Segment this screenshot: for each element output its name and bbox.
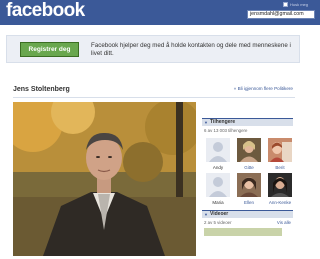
profile-photo[interactable] bbox=[13, 102, 196, 256]
fan-photo[interactable] bbox=[237, 138, 261, 162]
fans-grid: Andy Gitte Berit Maria Ellen Ann-Kenke bbox=[204, 138, 293, 206]
video-thumbnail[interactable] bbox=[204, 228, 282, 236]
banner-text: Facebook hjelper deg med å holde kontakt… bbox=[91, 42, 291, 57]
top-bar: facebook Husk meg jensmdahl@gmail.com bbox=[0, 0, 320, 25]
fan-item[interactable]: Gitte bbox=[235, 138, 263, 171]
collapse-triangle-icon[interactable]: ▼ bbox=[204, 119, 208, 126]
fans-count: 6 av 13 003 tilhengere bbox=[204, 128, 293, 134]
fan-name[interactable]: Ellen bbox=[235, 200, 263, 206]
fans-count-text: 6 av 13 003 tilhengere bbox=[204, 128, 248, 133]
default-avatar-icon[interactable] bbox=[206, 138, 230, 162]
see-all-videos-link[interactable]: Vis alle bbox=[277, 220, 291, 226]
register-button[interactable]: Registrer deg bbox=[20, 42, 79, 57]
fan-item[interactable]: Ellen bbox=[235, 173, 263, 206]
fan-name[interactable]: Berit bbox=[266, 165, 294, 171]
keep-logged-in-checkbox[interactable] bbox=[283, 2, 288, 7]
fan-name[interactable]: Andy bbox=[204, 165, 232, 171]
collapse-triangle-icon[interactable]: ▼ bbox=[204, 211, 208, 218]
facebook-logo[interactable]: facebook bbox=[6, 0, 85, 22]
keep-logged-in[interactable]: Husk meg bbox=[283, 2, 308, 7]
keep-logged-in-label: Husk meg bbox=[290, 2, 309, 7]
videos-section-header: ▼ Videoer bbox=[202, 210, 293, 218]
fans-title: Tilhengere bbox=[209, 119, 236, 125]
fan-item[interactable]: Maria bbox=[204, 173, 232, 206]
email-field[interactable]: jensmdahl@gmail.com bbox=[247, 10, 315, 19]
fan-name[interactable]: Ann-Kenke bbox=[266, 200, 294, 206]
facebook-public-page: facebook Husk meg jensmdahl@gmail.com Re… bbox=[0, 0, 320, 259]
fan-name[interactable]: Gitte bbox=[235, 165, 263, 171]
page-title: Jens Stoltenberg bbox=[13, 86, 70, 93]
fan-photo[interactable] bbox=[268, 138, 292, 162]
register-banner: Registrer deg Facebook hjelper deg med å… bbox=[6, 35, 300, 63]
default-avatar-icon[interactable] bbox=[206, 173, 230, 197]
videos-count-text: 2 av 5 videoer bbox=[204, 220, 232, 225]
fans-section-header: ▼ Tilhengere bbox=[202, 118, 293, 126]
fan-photo[interactable] bbox=[268, 173, 292, 197]
fan-item[interactable]: Ann-Kenke bbox=[266, 173, 294, 206]
fan-name[interactable]: Maria bbox=[204, 200, 232, 206]
fan-item[interactable]: Andy bbox=[204, 138, 232, 171]
browse-politicians-link[interactable]: « Bli igjennom flere Politikere bbox=[234, 86, 293, 91]
fan-item[interactable]: Berit bbox=[266, 138, 294, 171]
sidebar: ▼ Tilhengere 6 av 13 003 tilhengere Andy… bbox=[202, 118, 293, 236]
fan-photo[interactable] bbox=[237, 173, 261, 197]
videos-count: 2 av 5 videoer Vis alle bbox=[204, 220, 293, 226]
videos-title: Videoer bbox=[209, 211, 229, 217]
videos-section: ▼ Videoer 2 av 5 videoer Vis alle bbox=[202, 210, 293, 236]
title-divider bbox=[13, 97, 295, 98]
